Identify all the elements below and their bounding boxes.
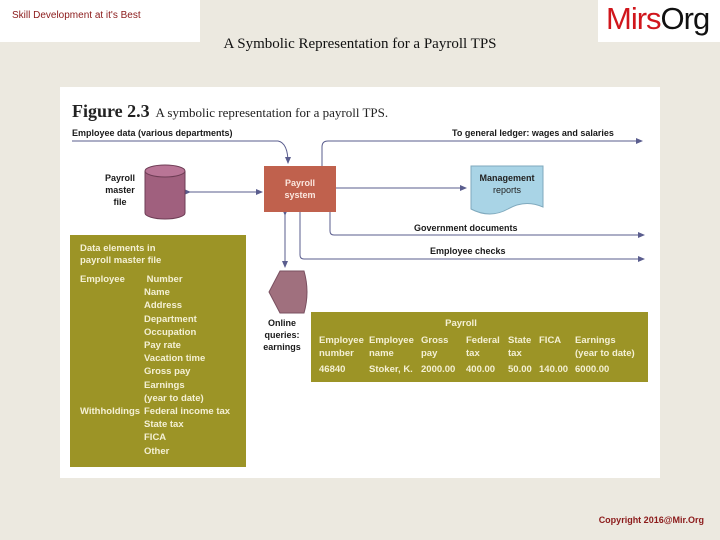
- withholdings-group: Withholdings Federal income tax State tax…: [80, 405, 250, 458]
- cell-federal-tax: 400.00: [466, 364, 496, 375]
- online-queries-display-icon: [268, 270, 308, 314]
- payroll-record-box: Payroll Employee number Employee name Gros…: [311, 312, 648, 382]
- data-element: Number: [146, 274, 183, 285]
- column-header: Employee number: [319, 334, 364, 360]
- master-file-label-line: file: [113, 197, 127, 207]
- slide-title: A Symbolic Representation for a Payroll …: [223, 36, 497, 52]
- payroll-system-label-line: Payroll: [284, 178, 315, 188]
- government-documents-label: Government documents: [414, 223, 518, 233]
- data-element: (year to date): [144, 392, 204, 404]
- group-name: Withholdings: [80, 406, 141, 417]
- column-header-line: pay: [421, 348, 438, 359]
- column-header: Employee name: [369, 334, 414, 360]
- data-element: Address: [144, 300, 183, 312]
- column-header-line: tax: [508, 348, 522, 359]
- column-header-line: Employee: [319, 335, 364, 346]
- online-queries-label-line: Online: [267, 318, 296, 328]
- employee-group: Employee Number Name Address Department …: [80, 273, 250, 405]
- data-element: Pay rate: [144, 340, 181, 352]
- column-header-line: tax: [466, 348, 480, 359]
- column-header: FICA: [539, 334, 561, 347]
- data-element: FICA: [144, 432, 167, 444]
- payroll-record-title: Payroll: [445, 318, 477, 329]
- cell-state-tax: 50.00: [508, 364, 532, 375]
- data-element: State tax: [144, 419, 184, 431]
- column-header-line: number: [319, 348, 354, 359]
- cell-fica: 140.00: [539, 364, 569, 375]
- online-queries-label-line: earnings: [263, 342, 301, 352]
- cell-employee-name: Stoker, K.: [369, 364, 413, 375]
- tagline: Skill Development at it's Best: [12, 10, 141, 21]
- heading-line: payroll master file: [80, 255, 162, 266]
- data-elements-heading: Data elements in payroll master file: [80, 243, 161, 267]
- column-header: Federal tax: [466, 334, 500, 360]
- data-element: Gross pay: [144, 366, 191, 378]
- general-ledger-arrow: [321, 138, 643, 166]
- column-header-line: Gross: [421, 335, 449, 346]
- cell-gross-pay: 2000.00: [421, 364, 456, 375]
- column-header-line: Federal: [466, 335, 500, 346]
- column-header-line: FICA: [539, 335, 562, 346]
- column-header-line: name: [369, 348, 394, 359]
- master-file-label: Payroll master file: [94, 172, 146, 208]
- payroll-system-label-line: system: [284, 190, 316, 200]
- data-element: Name: [144, 287, 170, 299]
- online-queries-label: Online queries: earnings: [256, 317, 308, 353]
- master-file-cylinder-icon: [144, 164, 186, 220]
- management-reports-label-line: Management: [479, 173, 535, 183]
- column-header-line: (year to date): [575, 348, 635, 359]
- data-element: Earnings: [144, 379, 185, 391]
- column-header: State tax: [508, 334, 531, 360]
- payroll-tps-figure: Figure 2.3 A symbolic representation for…: [60, 87, 660, 478]
- data-element: Department: [144, 313, 197, 325]
- employee-data-label: Employee data (various departments): [72, 128, 233, 138]
- employee-data-arrow: [72, 140, 291, 164]
- master-file-label-line: Payroll: [104, 173, 135, 183]
- column-header-line: State: [508, 335, 532, 346]
- copyright: Copyright 2016@Mir.Org: [598, 515, 704, 525]
- employee-checks-label: Employee checks: [430, 246, 506, 256]
- management-reports-label-line: reports: [492, 185, 521, 195]
- logo: MirsOrg: [606, 1, 711, 37]
- data-element: Occupation: [144, 326, 197, 338]
- column-header-line: Employee: [369, 335, 414, 346]
- heading-line: Data elements in: [80, 243, 156, 254]
- data-elements-box: Data elements in payroll master file Emp…: [70, 235, 246, 467]
- column-header-line: Earnings: [575, 335, 616, 346]
- online-queries-label-line: queries:: [264, 330, 300, 340]
- payroll-system-box: Payroll system: [264, 166, 336, 212]
- column-header: Earnings (year to date): [575, 334, 635, 360]
- management-reports-label: Management reports: [470, 172, 544, 196]
- group-name: Employee: [80, 274, 125, 285]
- data-element: Federal income tax: [144, 406, 231, 417]
- data-element: Other: [144, 445, 170, 457]
- general-ledger-label: To general ledger: wages and salaries: [452, 128, 614, 138]
- master-file-label-line: master: [105, 185, 135, 195]
- column-header: Gross pay: [421, 334, 448, 360]
- cell-employee-number: 46840: [319, 364, 346, 375]
- logo-red: Mirs: [606, 1, 662, 36]
- data-element: Vacation time: [144, 353, 206, 365]
- logo-dark: Org: [660, 1, 711, 36]
- cell-earnings-ytd: 6000.00: [575, 364, 610, 375]
